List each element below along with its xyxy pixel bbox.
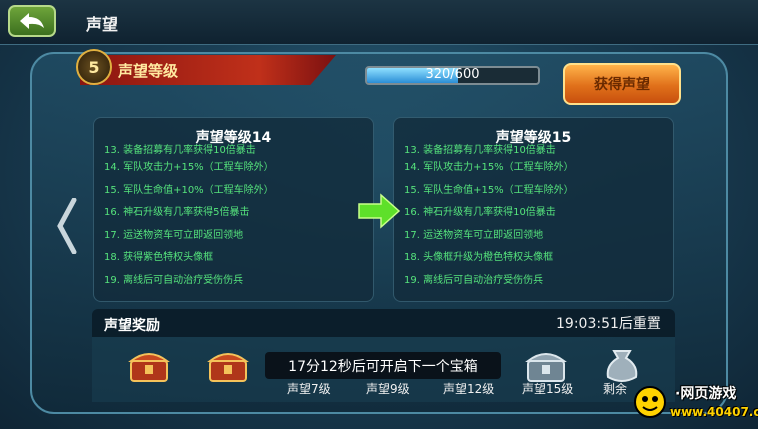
progress-text: 320/600 [425, 67, 480, 82]
chest-label: 声望12级 [443, 382, 495, 396]
next-level-perks: 13. 装备招募有几率获得10倍暴击 14. 军队攻击力+15%（工程车除外） … [404, 145, 574, 292]
next-chest-toast: 17分12秒后可开启下一个宝箱 [265, 352, 501, 379]
next-level-title: 声望等级15 [495, 130, 572, 146]
perk-item: 13. 装备招募有几率获得10倍暴击 [104, 145, 256, 156]
current-level-title: 声望等级14 [195, 130, 272, 146]
reward-chest-1[interactable] [126, 345, 172, 385]
current-level-card: 声望等级14 13. 装备招募有几率获得10倍暴击 14. 军队攻击力+15%（… [93, 117, 374, 302]
perk-item: 13. 装备招募有几率获得10倍暴击 [404, 145, 556, 156]
previous-level-button[interactable] [54, 195, 80, 257]
watermark-url: www.40407.com [670, 405, 758, 419]
next-arrow-icon [358, 193, 401, 229]
chest-label: 声望9级 [366, 382, 410, 396]
perk-item: 18. 获得紫色特权头像框 [104, 252, 214, 263]
perk-item: 15. 军队生命值+15%（工程车除外） [404, 184, 574, 196]
reward-chest-2[interactable] [205, 345, 251, 385]
perk-item: 14. 军队攻击力+15%（工程车除外） [104, 162, 274, 173]
page-title: 声望 [86, 15, 119, 34]
perk-item: 15. 军队生命值+10%（工程车除外） [104, 184, 274, 196]
perk-item: 14. 军队攻击力+15%（工程车除外） [404, 162, 574, 173]
red-chest-icon [207, 353, 249, 382]
perk-item: 17. 运送物资车可立即返回领地 [104, 229, 244, 241]
chest-label: 声望15级 [522, 382, 574, 396]
perk-item: 18. 头像框升级为橙色特权头像框 [404, 252, 554, 263]
reset-countdown: 19:03:51后重置 [556, 316, 661, 332]
perk-item: 19. 离线后可自动治疗受伤伤兵 [104, 274, 244, 286]
perk-item: 19. 离线后可自动治疗受伤伤兵 [404, 274, 544, 286]
level-title: 声望等级 [118, 62, 179, 80]
next-level-card: 声望等级15 13. 装备招募有几率获得10倍暴击 14. 军队攻击力+15%（… [393, 117, 674, 302]
back-arrow-icon [20, 13, 44, 29]
chest-label: 声望7级 [287, 382, 331, 396]
current-level-perks: 13. 装备招募有几率获得10倍暴击 14. 军队攻击力+15%（工程车除外） … [104, 145, 274, 292]
get-reputation-button[interactable]: 获得声望 [563, 63, 681, 105]
red-chest-icon [128, 353, 170, 382]
back-button[interactable] [8, 5, 56, 37]
silver-chest-icon [525, 353, 567, 382]
level-number: 5 [88, 57, 100, 77]
level-star-badge: 5 [76, 49, 112, 85]
watermark-title: ·网页游戏 [675, 386, 737, 402]
perk-item: 16. 神石升级有几率获得10倍暴击 [404, 207, 556, 218]
reward-chest-4[interactable] [523, 345, 569, 385]
chest-label: 剩余 [603, 382, 628, 396]
perk-item: 17. 运送物资车可立即返回领地 [404, 229, 544, 241]
chevron-left-icon [57, 198, 77, 254]
reward-title: 声望奖励 [104, 318, 160, 334]
perk-item: 16. 神石升级有几率获得5倍暴击 [104, 207, 250, 218]
